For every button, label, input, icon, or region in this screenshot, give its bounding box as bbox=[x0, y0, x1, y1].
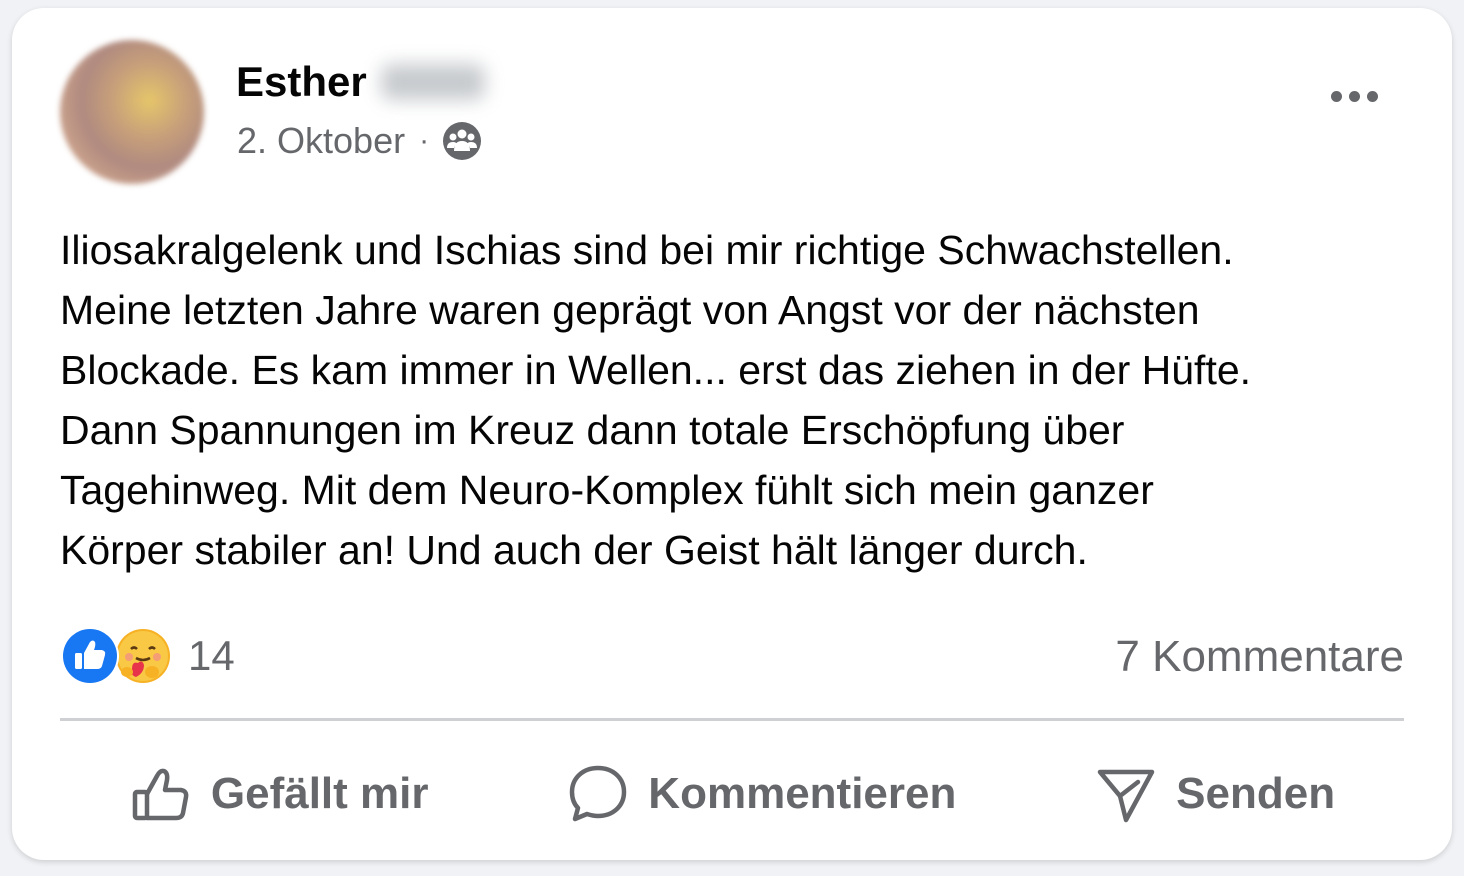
send-icon bbox=[1097, 769, 1155, 823]
post-meta: 2. Oktober · bbox=[237, 120, 483, 162]
post-date[interactable]: 2. Oktober bbox=[237, 120, 405, 162]
meta-separator: · bbox=[419, 124, 430, 157]
divider bbox=[60, 718, 1404, 721]
blurred-last-name bbox=[380, 64, 485, 100]
like-button[interactable]: Gefällt mir bbox=[129, 762, 429, 826]
send-label: Senden bbox=[1176, 769, 1336, 818]
avatar[interactable] bbox=[60, 40, 204, 184]
author-first-name[interactable]: Esther bbox=[236, 58, 367, 106]
comment-label: Kommentieren bbox=[648, 769, 957, 818]
group-icon[interactable] bbox=[441, 120, 483, 162]
action-bar: Gefällt mir Kommentieren Senden bbox=[60, 752, 1404, 836]
thumbs-up-icon bbox=[132, 768, 189, 821]
reaction-count[interactable]: 14 bbox=[188, 632, 235, 680]
post-card: Esther 2. Oktober · Iliosakralgelenk und… bbox=[12, 8, 1452, 860]
comment-icon bbox=[570, 765, 627, 822]
like-label: Gefällt mir bbox=[210, 769, 429, 818]
more-options-icon[interactable] bbox=[1322, 74, 1386, 118]
post-text: Iliosakralgelenk und Ischias sind bei mi… bbox=[60, 227, 1252, 573]
author-name[interactable]: Esther bbox=[236, 58, 485, 106]
reactions-summary[interactable]: 14 bbox=[60, 626, 235, 686]
send-button[interactable]: Senden bbox=[1094, 762, 1335, 826]
like-icon bbox=[61, 627, 119, 685]
care-icon bbox=[116, 629, 170, 683]
comment-button[interactable]: Kommentieren bbox=[566, 762, 956, 826]
comments-count[interactable]: 7 Kommentare bbox=[1115, 632, 1404, 682]
